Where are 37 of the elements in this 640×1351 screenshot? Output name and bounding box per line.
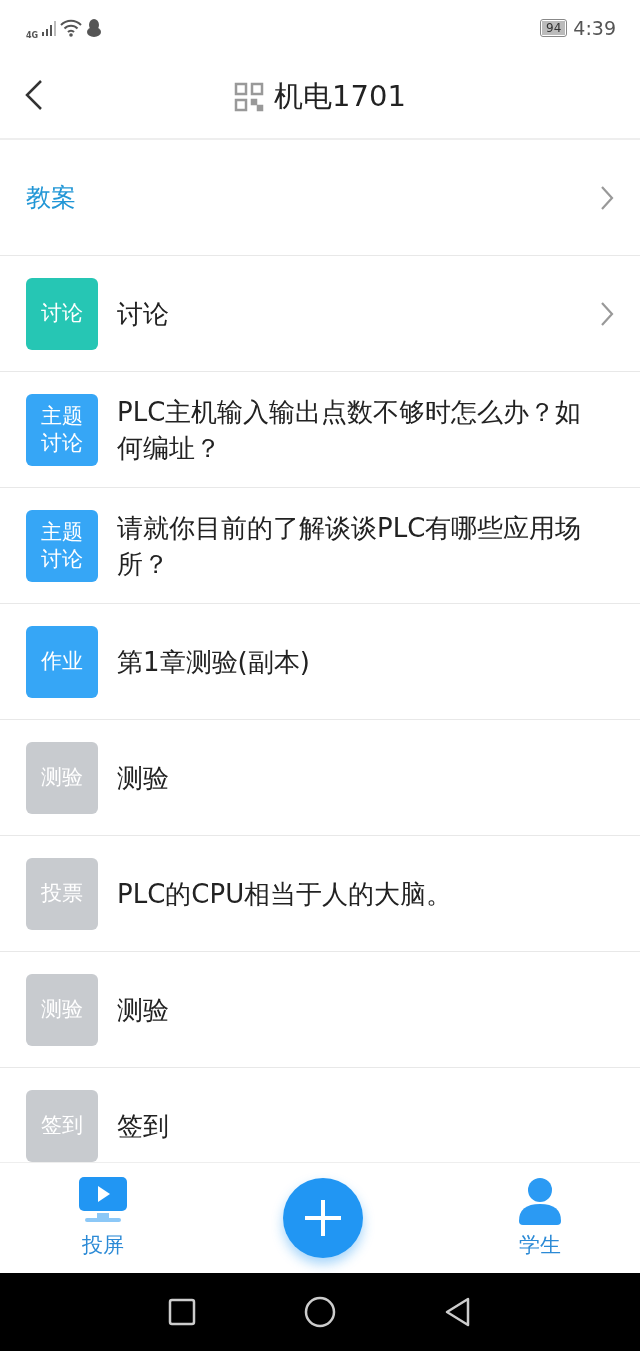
back-icon[interactable] xyxy=(444,1297,472,1327)
class-title: 机电1701 xyxy=(274,77,406,115)
activity-title: 讨论 xyxy=(117,297,170,331)
activity-row[interactable]: 主题讨论 PLC主机输入输出点数不够时怎么办？如何编址？ xyxy=(0,372,640,488)
activity-row[interactable]: 主题讨论 请就你目前的了解谈谈PLC有哪些应用场所？ xyxy=(0,488,640,604)
screen-cast-tab[interactable]: 投屏 xyxy=(77,1177,129,1259)
plus-icon xyxy=(303,1198,343,1238)
chevron-right-icon xyxy=(600,184,614,211)
chevron-left-icon xyxy=(24,79,44,111)
activity-type-badge: 作业 xyxy=(26,625,98,698)
wifi-icon xyxy=(60,18,83,37)
battery-level: 94 xyxy=(542,20,566,35)
students-tab[interactable]: 学生 xyxy=(517,1177,563,1259)
monitor-play-icon xyxy=(77,1177,129,1225)
activity-title: 第1章测验(副本) xyxy=(117,645,311,679)
person-icon xyxy=(517,1177,563,1225)
home-icon[interactable] xyxy=(304,1296,336,1328)
signal-icon xyxy=(42,19,57,36)
add-button[interactable] xyxy=(283,1178,363,1258)
clock-time: 4:39 xyxy=(573,16,616,39)
recent-apps-icon[interactable] xyxy=(168,1298,196,1326)
activity-type-badge: 主题讨论 xyxy=(26,509,98,582)
qr-code-icon[interactable] xyxy=(234,81,265,112)
activity-row[interactable]: 作业 第1章测验(副本) xyxy=(0,604,640,720)
activity-type-badge: 主题讨论 xyxy=(26,393,98,466)
activity-type-badge: 讨论 xyxy=(26,277,98,350)
activity-row[interactable]: 讨论 讨论 xyxy=(0,256,640,372)
lesson-plan-label: 教案 xyxy=(26,182,77,214)
penguin-icon xyxy=(86,18,103,37)
activity-title: 签到 xyxy=(117,1109,170,1143)
network-label: 4G xyxy=(26,31,39,40)
activity-title: 请就你目前的了解谈谈PLC有哪些应用场所？ xyxy=(117,511,583,581)
activity-title: PLC的CPU相当于人的大脑。 xyxy=(117,877,454,911)
activity-title: PLC主机输入输出点数不够时怎么办？如何编址？ xyxy=(117,395,583,465)
activity-title: 测验 xyxy=(117,761,170,795)
activity-title: 测验 xyxy=(117,993,170,1027)
back-button[interactable] xyxy=(24,79,44,111)
